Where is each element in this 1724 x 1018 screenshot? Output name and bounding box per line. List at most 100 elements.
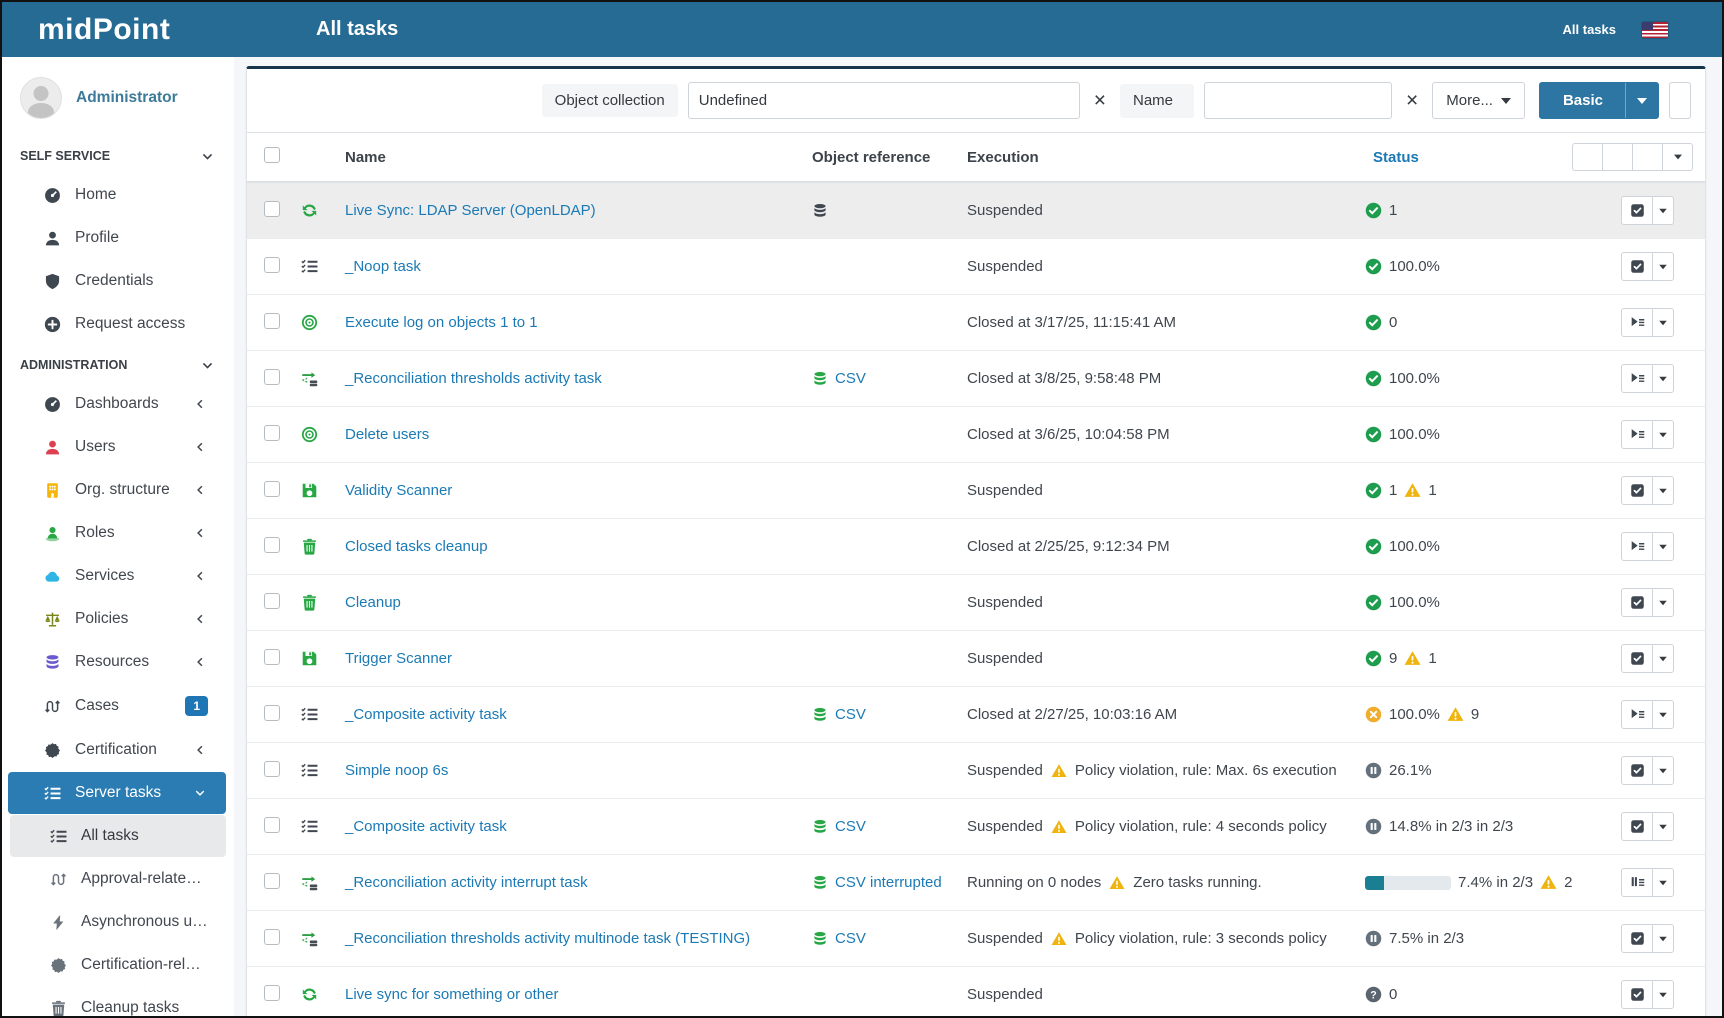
task-name-link[interactable]: _Reconciliation activity interrupt task <box>345 874 588 891</box>
task-action-caret[interactable] <box>1653 980 1674 1009</box>
sidebar-item-credentials[interactable]: Credentials <box>8 260 226 302</box>
task-name-link[interactable]: Trigger Scanner <box>345 650 452 667</box>
object-reference-link[interactable]: CSV <box>835 706 866 723</box>
task-name-link[interactable]: _Composite activity task <box>345 706 507 723</box>
header-object-reference[interactable]: Object reference <box>804 133 959 183</box>
task-name-link[interactable]: Simple noop 6s <box>345 762 448 779</box>
sidebar-item-roles[interactable]: Roles <box>8 512 226 554</box>
user-name[interactable]: Administrator <box>76 89 178 107</box>
task-action-button[interactable] <box>1621 756 1653 785</box>
task-name-link[interactable]: Closed tasks cleanup <box>345 538 488 555</box>
row-checkbox[interactable] <box>264 649 280 665</box>
task-action-button[interactable] <box>1621 252 1653 281</box>
task-action-caret[interactable] <box>1653 756 1674 785</box>
task-action-caret[interactable] <box>1653 476 1674 505</box>
sidebar-item-profile[interactable]: Profile <box>8 217 226 259</box>
row-checkbox[interactable] <box>264 481 280 497</box>
avatar[interactable] <box>20 77 62 119</box>
task-action-button[interactable] <box>1621 420 1653 449</box>
task-action-caret[interactable] <box>1653 252 1674 281</box>
row-checkbox[interactable] <box>264 817 280 833</box>
sidebar-subitem-all-tasks[interactable]: All tasks <box>10 815 226 857</box>
row-checkbox[interactable] <box>264 257 280 273</box>
task-name-link[interactable]: Live sync for something or other <box>345 986 558 1003</box>
sidebar-section-self-service[interactable]: SELF SERVICE <box>2 137 234 173</box>
select-all-checkbox[interactable] <box>264 147 280 163</box>
task-action-button[interactable] <box>1621 588 1653 617</box>
object-collection-clear-button[interactable]: × <box>1090 90 1110 111</box>
task-name-link[interactable]: _Reconciliation thresholds activity task <box>345 370 602 387</box>
suspend-tasks-button[interactable] <box>1572 143 1603 171</box>
sidebar-item-request-access[interactable]: Request access <box>8 303 226 345</box>
task-name-link[interactable]: Execute log on objects 1 to 1 <box>345 314 538 331</box>
name-filter-clear-button[interactable]: × <box>1402 90 1422 111</box>
task-action-caret[interactable] <box>1653 196 1674 225</box>
task-action-button[interactable] <box>1621 196 1653 225</box>
row-checkbox[interactable] <box>264 873 280 889</box>
task-action-button[interactable] <box>1621 364 1653 393</box>
task-action-caret[interactable] <box>1653 924 1674 953</box>
sidebar-item-server-tasks[interactable]: Server tasks <box>8 772 226 814</box>
sidebar-item-dashboards[interactable]: Dashboards <box>8 383 226 425</box>
task-action-button[interactable] <box>1621 644 1653 673</box>
task-action-caret[interactable] <box>1653 700 1674 729</box>
brand-logo[interactable]: midPoint <box>2 13 234 47</box>
task-action-caret[interactable] <box>1653 812 1674 841</box>
save-search-button[interactable] <box>1669 82 1691 119</box>
task-action-button[interactable] <box>1621 812 1653 841</box>
sidebar-subitem-asynchronous-update-t[interactable]: Asynchronous update t... <box>10 901 226 943</box>
task-name-link[interactable]: _Reconciliation thresholds activity mult… <box>345 930 750 947</box>
locale-flag-us-icon[interactable] <box>1642 22 1668 38</box>
row-checkbox[interactable] <box>264 929 280 945</box>
object-reference-link[interactable]: CSV <box>835 818 866 835</box>
row-checkbox[interactable] <box>264 313 280 329</box>
header-execution[interactable]: Execution <box>959 133 1357 183</box>
task-name-link[interactable]: Delete users <box>345 426 429 443</box>
task-action-button[interactable] <box>1621 868 1653 897</box>
sidebar-item-users[interactable]: Users <box>8 426 226 468</box>
task-action-button[interactable] <box>1621 308 1653 337</box>
sidebar-section-administration[interactable]: ADMINISTRATION <box>2 346 234 382</box>
search-mode-caret[interactable] <box>1625 83 1658 118</box>
sidebar-item-cases[interactable]: Cases1 <box>8 684 226 728</box>
task-action-caret[interactable] <box>1653 868 1674 897</box>
task-action-button[interactable] <box>1621 532 1653 561</box>
task-action-caret[interactable] <box>1653 644 1674 673</box>
task-name-link[interactable]: Cleanup <box>345 594 401 611</box>
sidebar-item-resources[interactable]: Resources <box>8 641 226 683</box>
object-collection-select[interactable]: Undefined <box>688 82 1080 119</box>
more-actions-caret-button[interactable] <box>1662 143 1693 171</box>
row-checkbox[interactable] <box>264 537 280 553</box>
resume-tasks-button[interactable] <box>1632 143 1663 171</box>
task-name-link[interactable]: Validity Scanner <box>345 482 452 499</box>
row-checkbox[interactable] <box>264 985 280 1001</box>
task-action-caret[interactable] <box>1653 364 1674 393</box>
task-action-caret[interactable] <box>1653 588 1674 617</box>
row-checkbox[interactable] <box>264 201 280 217</box>
task-action-button[interactable] <box>1621 476 1653 505</box>
task-action-button[interactable] <box>1621 700 1653 729</box>
name-filter-input[interactable] <box>1204 82 1392 119</box>
row-checkbox[interactable] <box>264 369 280 385</box>
more-filters-button[interactable]: More... <box>1432 82 1525 119</box>
sidebar-item-policies[interactable]: Policies <box>8 598 226 640</box>
task-action-button[interactable] <box>1621 980 1653 1009</box>
task-action-caret[interactable] <box>1653 308 1674 337</box>
row-checkbox[interactable] <box>264 593 280 609</box>
task-name-link[interactable]: _Composite activity task <box>345 818 507 835</box>
row-checkbox[interactable] <box>264 705 280 721</box>
sidebar-subitem-certification-related-ta[interactable]: Certification-related ta... <box>10 944 226 986</box>
sidebar-item-org-structure[interactable]: Org. structure <box>8 469 226 511</box>
select-action-button[interactable] <box>1602 143 1633 171</box>
object-reference-link[interactable]: CSV <box>835 930 866 947</box>
header-status[interactable]: Status <box>1365 149 1605 166</box>
search-button[interactable]: Basic <box>1539 82 1659 119</box>
sidebar-item-home[interactable]: Home <box>8 174 226 216</box>
sidebar-item-certification[interactable]: Certification <box>8 729 226 771</box>
row-checkbox[interactable] <box>264 761 280 777</box>
row-checkbox[interactable] <box>264 425 280 441</box>
task-action-button[interactable] <box>1621 924 1653 953</box>
sidebar-subitem-cleanup-tasks[interactable]: Cleanup tasks <box>10 987 226 1016</box>
object-reference-link[interactable]: CSV interrupted <box>835 874 942 891</box>
task-action-caret[interactable] <box>1653 532 1674 561</box>
